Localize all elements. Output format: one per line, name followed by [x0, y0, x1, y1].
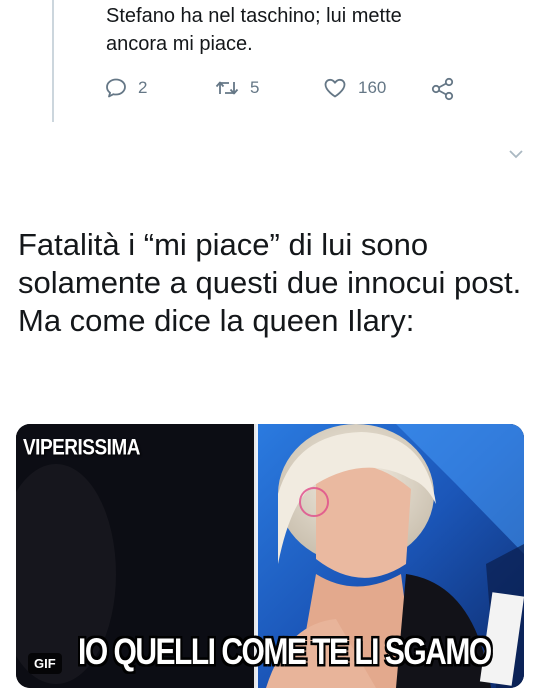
- like-button[interactable]: 160: [322, 76, 386, 100]
- thread-connector-line: [52, 0, 54, 122]
- like-count: 160: [358, 78, 387, 97]
- share-icon: [431, 77, 454, 101]
- previous-tweet-line-2: ancora mi piace.: [106, 33, 253, 55]
- tweet-paragraph: Fatalità i “mi piace” di lui sono solame…: [18, 227, 522, 300]
- previous-tweet-line-1: Stefano ha nel taschino; lui mette: [106, 5, 402, 27]
- retweet-icon: [215, 81, 239, 95]
- reply-icon: [106, 78, 126, 98]
- gif-caption: IO QUELLI COME TE LI SGAMO: [78, 631, 492, 673]
- tweet-action-bar: 2 5 160: [104, 76, 464, 104]
- gif-watermark: VIPERISSIMA: [23, 436, 140, 461]
- share-button[interactable]: [430, 76, 456, 102]
- chevron-down-icon[interactable]: [506, 144, 526, 164]
- tweet-body: Fatalità i “mi piace” di lui sono solame…: [18, 226, 528, 340]
- retweet-button[interactable]: 5: [214, 76, 259, 100]
- reply-button[interactable]: 2: [104, 76, 147, 100]
- previous-tweet-text: Stefano ha nel taschino; lui mette ancor…: [106, 2, 506, 58]
- reply-count: 2: [138, 78, 148, 97]
- tweet-paragraph: Ma come dice la queen Ilary:: [18, 303, 415, 338]
- retweet-count: 5: [250, 78, 260, 97]
- gif-badge: GIF: [28, 653, 62, 674]
- heart-icon: [324, 78, 346, 98]
- gif-media[interactable]: VIPERISSIMA GIF IO QUELLI COME TE LI SGA…: [16, 424, 524, 688]
